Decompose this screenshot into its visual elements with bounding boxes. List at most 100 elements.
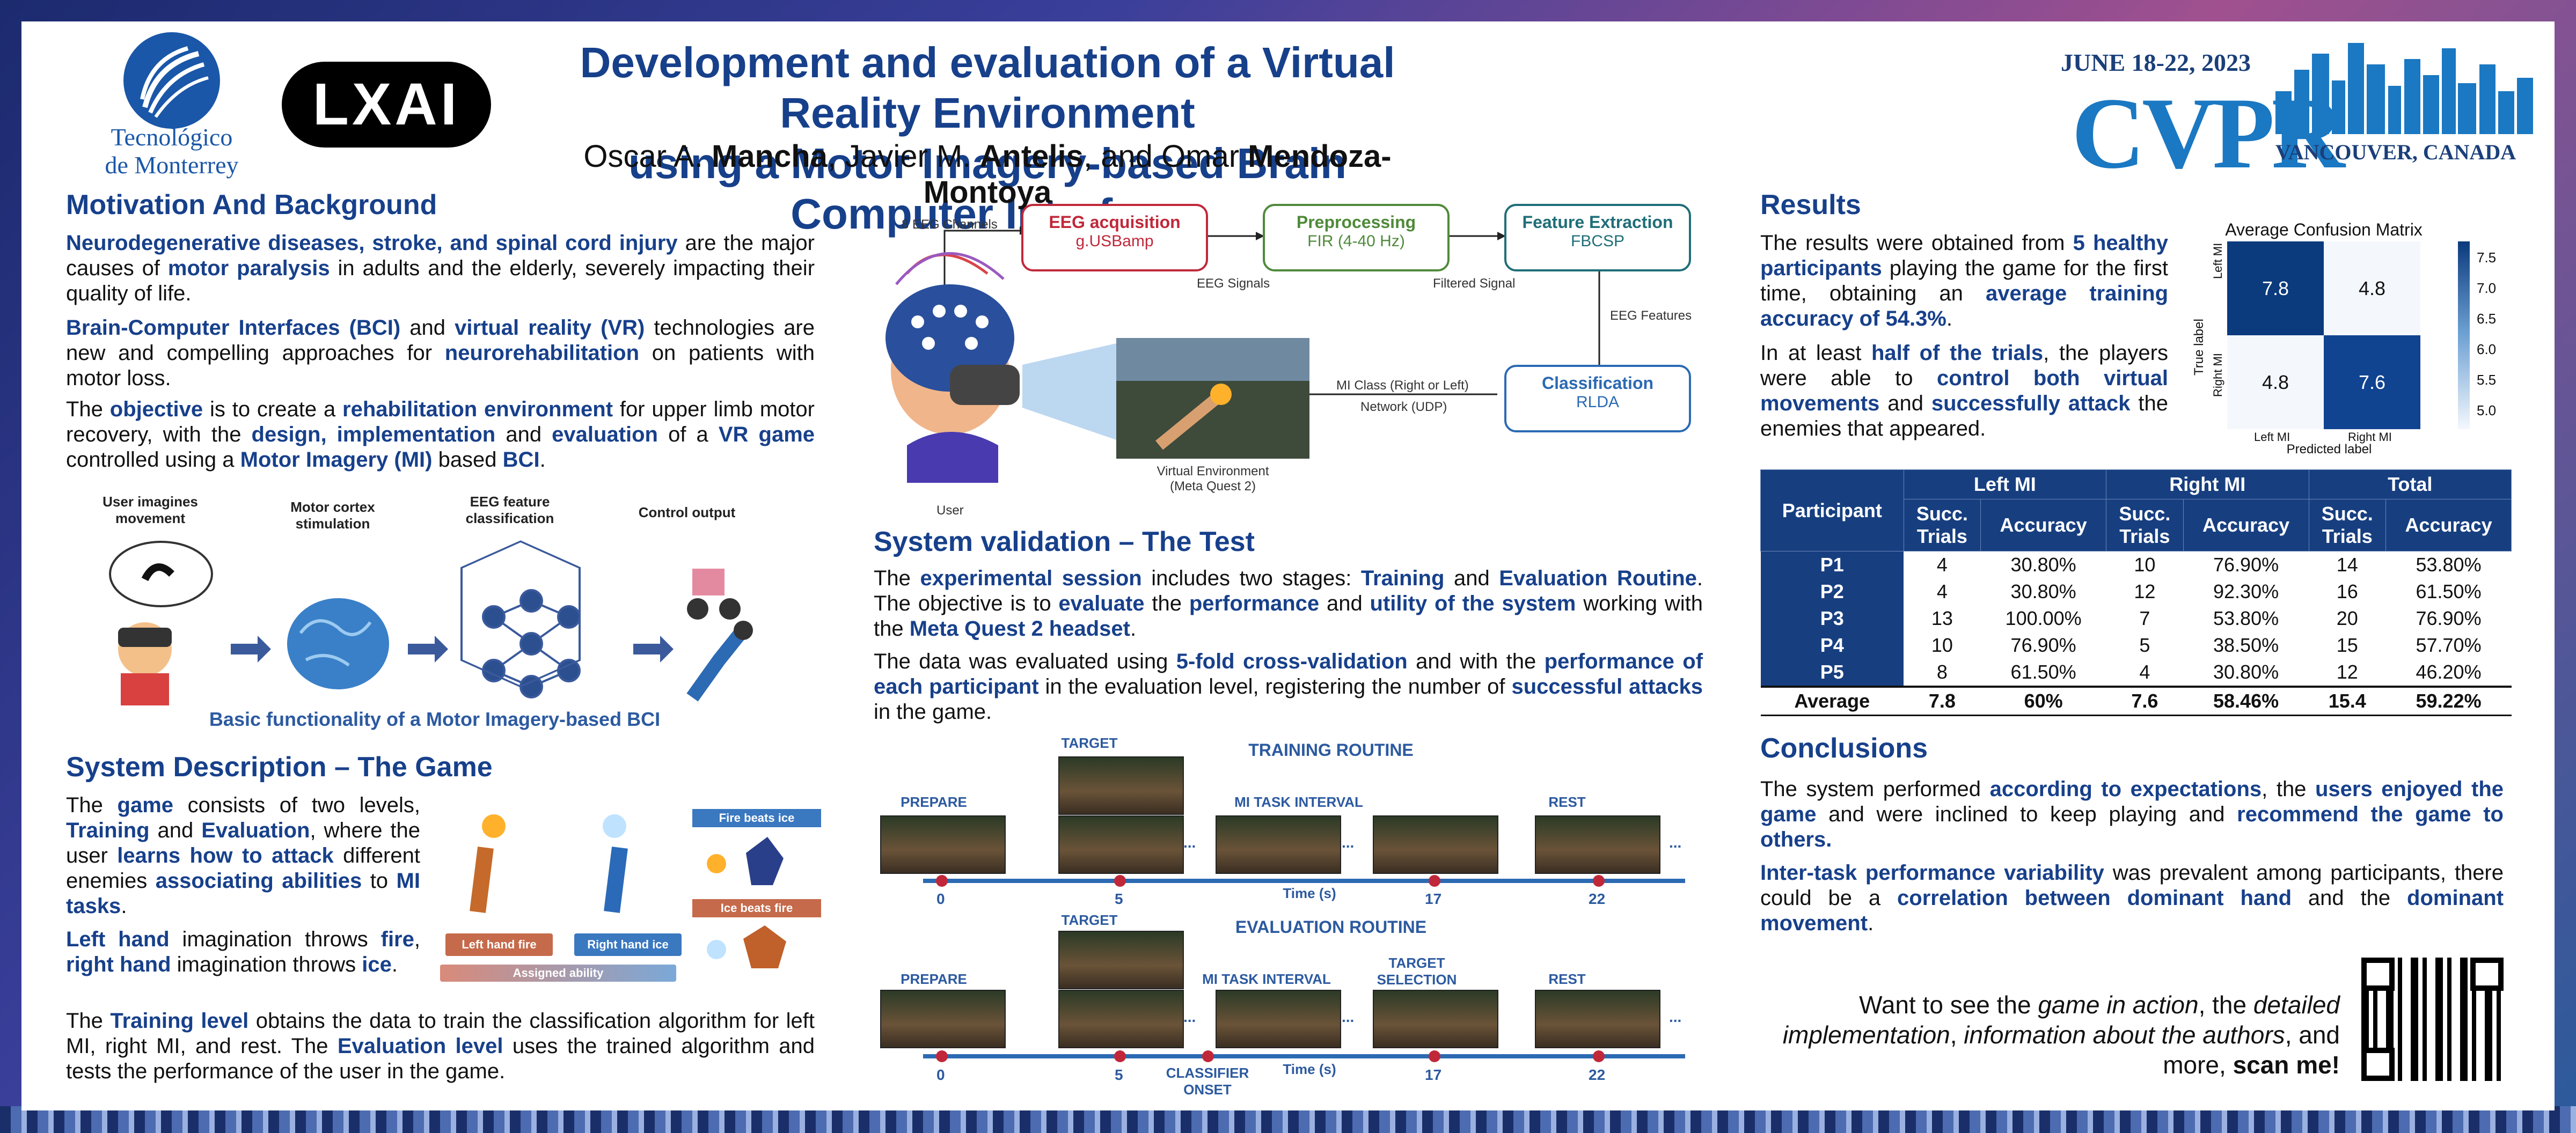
game-heading: System Description – The Game	[66, 752, 493, 783]
table-cell: 10	[2134, 554, 2156, 576]
tick-label: 5	[1115, 891, 1123, 907]
table-cell: 76.90%	[2416, 607, 2482, 629]
table-row: P5 8 61.50% 4 30.80% 12 46.20%	[1760, 659, 2512, 687]
cm-colorbar-tick: 5.0	[2477, 402, 2497, 418]
user-head-icon	[885, 252, 1020, 483]
cm-colorbar-tick: 7.5	[2477, 249, 2497, 266]
mi-class-label: MI Class (Right or Left)	[1336, 378, 1469, 393]
text: utility of the system	[1370, 592, 1576, 615]
header-participant: Participant	[1760, 469, 1904, 551]
text: BCI	[502, 448, 540, 472]
conference-date: JUNE 18-22, 2023	[2061, 49, 2251, 76]
brain-icon	[287, 598, 389, 689]
text: of a	[658, 423, 719, 446]
motivation-p2: Brain-Computer Interfaces (BCI) and virt…	[66, 315, 815, 391]
table-cell: 38.50%	[2213, 634, 2279, 656]
ice-beats-fire-label: Ice beats fire	[692, 899, 821, 917]
game-figure-drawing	[470, 814, 786, 968]
text: in the game.	[874, 700, 992, 724]
cvpr-logo: JUNE 18-22, 2023 CVPR VANCOUVER, CANADA	[2061, 32, 2533, 190]
succ-line1: Succ.	[2119, 503, 2171, 525]
cm-row-left: Left MI	[2211, 242, 2224, 279]
table-cell: 92.30%	[2213, 580, 2279, 602]
mi-label-user: User imagines movement	[103, 494, 198, 526]
conference-city: VANCOUVER, CANADA	[2275, 140, 2516, 164]
training-frame-2	[1058, 815, 1184, 874]
text: Inter-task performance variability	[1760, 861, 2104, 885]
arrow-icon	[633, 636, 674, 663]
text: .	[539, 448, 546, 472]
text: and the	[2292, 886, 2407, 910]
evaluation-timeline	[923, 1054, 1685, 1058]
mi-bci-figure: User imagines movement Motor cortex stim…	[86, 494, 784, 730]
text: Training	[66, 819, 150, 842]
table-cell: 7	[2139, 607, 2150, 629]
tick-label: 5	[1115, 1066, 1123, 1083]
ice-icon	[603, 814, 626, 838]
text: fire	[380, 928, 414, 951]
header-group: Right MI	[2106, 469, 2309, 499]
ellipsis: ...	[1669, 1009, 1682, 1025]
evaluation-routine-title: EVALUATION ROUTINE	[1235, 917, 1427, 937]
participant-cell: P4	[1760, 632, 1904, 659]
ellipsis: ...	[1183, 834, 1196, 851]
eval-prepare-frame	[880, 990, 1006, 1048]
table-row: P2 4 30.80% 12 92.30% 16 61.50%	[1760, 578, 2512, 605]
tec-logo-line1: Tecnológico	[111, 123, 233, 151]
text: is to create a	[203, 398, 343, 421]
average-cell: 59.22%	[2385, 686, 2512, 716]
feat-sub: FBCSP	[1570, 232, 1625, 250]
mi-label-cortex: Motor cortex stimulation	[290, 499, 375, 532]
header-group: Left MI	[1903, 469, 2107, 499]
text: information about the authors	[1964, 1021, 2285, 1049]
eval-target-label: TARGET	[1061, 912, 1118, 928]
results-p1: The results were obtained from 5 healthy…	[1760, 231, 2168, 332]
scan-me-text: Want to see the game in action, the deta…	[1771, 990, 2340, 1080]
average-cell: 60%	[1980, 686, 2106, 716]
text: Training level	[110, 1009, 249, 1033]
cm-title: Average Confusion Matrix	[2225, 220, 2423, 239]
acq-title: EEG acquisition	[1049, 212, 1181, 232]
table-row: P4 10 76.90% 5 38.50% 15 57.70%	[1760, 632, 2512, 659]
qr-code-icon[interactable]	[2361, 958, 2504, 1081]
cm-colorbar-tick: 5.5	[2477, 372, 2497, 388]
text: In at least	[1760, 341, 1871, 365]
conclusions-p2: Inter-task performance variability was p…	[1760, 860, 2504, 936]
ice-enemy-icon	[746, 837, 784, 885]
motivation-p1: Neurodegenerative diseases, stroke, and …	[66, 231, 815, 306]
eeg-features-label: EEG Features	[1610, 308, 1692, 323]
text: neurorehabilitation	[444, 341, 640, 365]
text: imagination throws	[169, 928, 381, 951]
user-vr-icon	[118, 622, 172, 705]
confusion-matrix: Average Confusion Matrix 7.8 4.8 4.8 7.6…	[2179, 220, 2512, 457]
target-selection-label: TARGET SELECTION	[1363, 955, 1470, 988]
timeline-dot	[1593, 875, 1605, 887]
training-mi-task-label: MI TASK INTERVAL	[1234, 794, 1363, 810]
left-hand-fire-label: Left hand fire	[445, 933, 553, 956]
text: virtual reality (VR)	[455, 316, 645, 340]
timeline-dot	[1114, 1050, 1126, 1062]
text: , the	[2262, 777, 2315, 801]
training-target-frame	[1058, 756, 1184, 815]
eval-frame-2	[1058, 990, 1184, 1048]
text: based	[432, 448, 503, 472]
participant-cell: P2	[1760, 578, 1904, 605]
results-p2: In at least half of the trials, the play…	[1760, 341, 2168, 442]
network-label: Network (UDP)	[1360, 400, 1447, 414]
game-p1: The game consists of two levels, Trainin…	[66, 793, 420, 919]
table-body: P1 4 30.80% 10 76.90% 14 53.80% P2 4 30.80% 12 92.3…	[1760, 551, 2512, 716]
eeg-acquisition-box: EEG acquisition g.USBamp	[1021, 204, 1208, 271]
text: and	[400, 316, 455, 340]
succ-line2: Trials	[1916, 525, 1967, 547]
results-heading: Results	[1760, 189, 1861, 220]
text: The	[66, 793, 118, 817]
text: evaluate	[1058, 592, 1145, 615]
training-timeline	[923, 879, 1685, 883]
game-abilities-figure: Left hand fire Right hand ice Assigned a…	[435, 805, 821, 987]
tick-label: 0	[936, 891, 945, 907]
text: and	[1444, 566, 1499, 590]
text: according to expectations	[1989, 777, 2262, 801]
text: .	[1946, 307, 1952, 330]
tick-label: 0	[936, 1066, 945, 1083]
tec-logo-text: Tecnológico de Monterrey	[86, 123, 258, 179]
